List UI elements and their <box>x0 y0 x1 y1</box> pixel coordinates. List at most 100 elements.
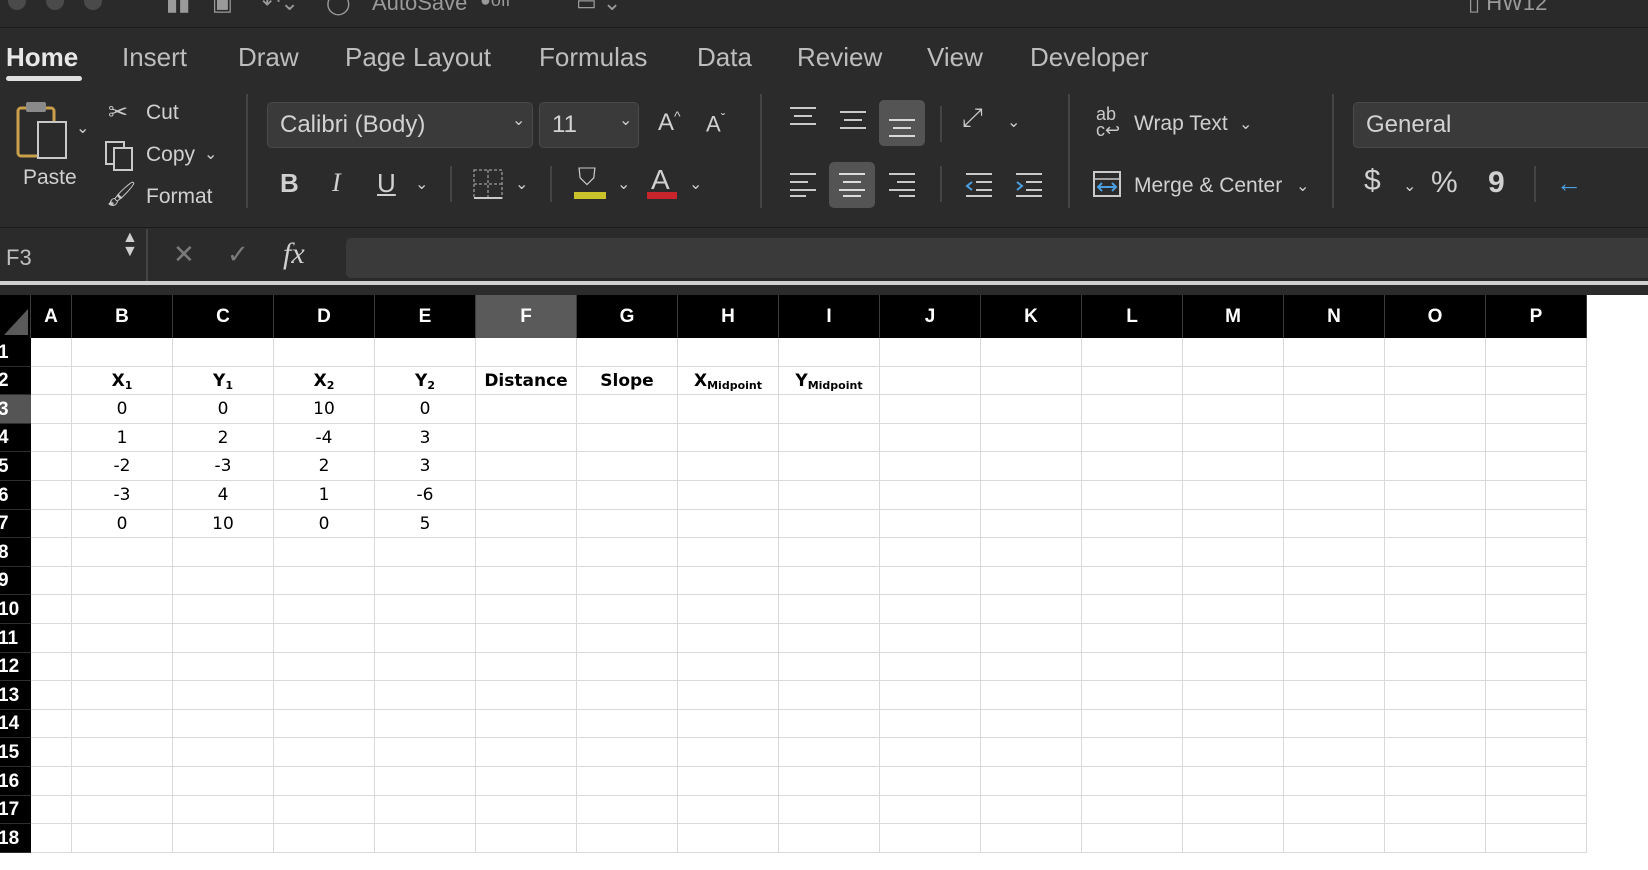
column-header-c[interactable]: C <box>173 295 274 338</box>
confirm-entry-icon[interactable]: ✓ <box>227 239 249 270</box>
redo-icon[interactable]: ◯ <box>326 0 351 16</box>
close-window-button[interactable] <box>8 0 26 10</box>
cell-d4[interactable]: -4 <box>274 424 375 452</box>
cell-b17[interactable] <box>72 796 173 824</box>
cell-e9[interactable] <box>375 567 476 595</box>
cell-j12[interactable] <box>880 653 981 681</box>
cell-i6[interactable] <box>779 481 880 510</box>
cell-h1[interactable] <box>678 338 779 367</box>
cell-k5[interactable] <box>981 452 1082 481</box>
cell-c15[interactable] <box>173 738 274 767</box>
cell-p17[interactable] <box>1486 796 1587 824</box>
cell-b9[interactable] <box>72 567 173 595</box>
cell-l11[interactable] <box>1082 624 1183 653</box>
align-center-icon[interactable] <box>837 170 867 198</box>
cell-e8[interactable] <box>375 538 476 567</box>
cell-h6[interactable] <box>678 481 779 510</box>
cell-g8[interactable] <box>577 538 678 567</box>
cell-m6[interactable] <box>1183 481 1284 510</box>
tab-view[interactable]: View <box>927 42 983 73</box>
cell-b10[interactable] <box>72 595 173 624</box>
cell-c14[interactable] <box>173 710 274 738</box>
cell-p11[interactable] <box>1486 624 1587 653</box>
cell-p4[interactable] <box>1486 424 1587 452</box>
cell-o3[interactable] <box>1385 395 1486 424</box>
cell-j10[interactable] <box>880 595 981 624</box>
cell-k4[interactable] <box>981 424 1082 452</box>
cell-g15[interactable] <box>577 738 678 767</box>
cell-l6[interactable] <box>1082 481 1183 510</box>
cell-m11[interactable] <box>1183 624 1284 653</box>
column-header-m[interactable]: M <box>1183 295 1284 338</box>
column-header-h[interactable]: H <box>678 295 779 338</box>
cell-a5[interactable] <box>31 452 72 481</box>
cell-k13[interactable] <box>981 681 1082 710</box>
cell-c3[interactable]: 0 <box>173 395 274 424</box>
column-header-e[interactable]: E <box>375 295 476 338</box>
cell-n4[interactable] <box>1284 424 1385 452</box>
format-painter-icon[interactable]: 🖌 <box>106 180 136 209</box>
cell-b14[interactable] <box>72 710 173 738</box>
cell-d14[interactable] <box>274 710 375 738</box>
cell-p13[interactable] <box>1486 681 1587 710</box>
cell-f8[interactable] <box>476 538 577 567</box>
font-size-chevron-icon[interactable]: ⌄ <box>619 110 632 130</box>
cell-b3[interactable]: 0 <box>72 395 173 424</box>
cell-j7[interactable] <box>880 510 981 538</box>
cell-a9[interactable] <box>31 567 72 595</box>
cell-o7[interactable] <box>1385 510 1486 538</box>
cell-k18[interactable] <box>981 824 1082 853</box>
cell-n9[interactable] <box>1284 567 1385 595</box>
cell-m17[interactable] <box>1183 796 1284 824</box>
cell-m7[interactable] <box>1183 510 1284 538</box>
cell-i9[interactable] <box>779 567 880 595</box>
cell-i3[interactable] <box>779 395 880 424</box>
column-header-b[interactable]: B <box>72 295 173 338</box>
cell-l9[interactable] <box>1082 567 1183 595</box>
column-header-l[interactable]: L <box>1082 295 1183 338</box>
decrease-font-size-button[interactable]: Aˇ <box>706 110 725 137</box>
cell-j2[interactable] <box>880 367 981 395</box>
cell-h8[interactable] <box>678 538 779 567</box>
cell-f13[interactable] <box>476 681 577 710</box>
cell-l18[interactable] <box>1082 824 1183 853</box>
align-bottom-icon[interactable] <box>887 114 917 140</box>
cell-b6[interactable]: -3 <box>72 481 173 510</box>
cell-i10[interactable] <box>779 595 880 624</box>
cut-icon[interactable]: ✂ <box>108 98 128 127</box>
cell-d17[interactable] <box>274 796 375 824</box>
wrap-text-button[interactable]: Wrap Text <box>1134 112 1228 136</box>
cell-o2[interactable] <box>1385 367 1486 395</box>
cell-l16[interactable] <box>1082 767 1183 796</box>
cell-o16[interactable] <box>1385 767 1486 796</box>
cell-j14[interactable] <box>880 710 981 738</box>
cell-m5[interactable] <box>1183 452 1284 481</box>
increase-indent-icon[interactable] <box>1014 170 1044 198</box>
cell-m13[interactable] <box>1183 681 1284 710</box>
cell-j8[interactable] <box>880 538 981 567</box>
cell-k3[interactable] <box>981 395 1082 424</box>
merge-center-chevron-icon[interactable]: ⌄ <box>1296 176 1309 196</box>
cell-c17[interactable] <box>173 796 274 824</box>
column-header-o[interactable]: O <box>1385 295 1486 338</box>
cell-p8[interactable] <box>1486 538 1587 567</box>
cell-j17[interactable] <box>880 796 981 824</box>
cell-l12[interactable] <box>1082 653 1183 681</box>
orientation-icon[interactable]: ⤢ <box>962 102 983 134</box>
cell-j11[interactable] <box>880 624 981 653</box>
row-header-8[interactable]: 8 <box>0 538 31 567</box>
cell-c10[interactable] <box>173 595 274 624</box>
cell-f6[interactable] <box>476 481 577 510</box>
cell-c11[interactable] <box>173 624 274 653</box>
align-right-icon[interactable] <box>887 170 917 198</box>
cell-m8[interactable] <box>1183 538 1284 567</box>
row-header-7[interactable]: 7 <box>0 510 31 538</box>
cell-o17[interactable] <box>1385 796 1486 824</box>
cell-j4[interactable] <box>880 424 981 452</box>
cell-k2[interactable] <box>981 367 1082 395</box>
cell-j6[interactable] <box>880 481 981 510</box>
cell-f7[interactable] <box>476 510 577 538</box>
cell-h14[interactable] <box>678 710 779 738</box>
cell-n7[interactable] <box>1284 510 1385 538</box>
name-box-stepper-icon[interactable]: ▲ ▼ <box>122 230 138 260</box>
